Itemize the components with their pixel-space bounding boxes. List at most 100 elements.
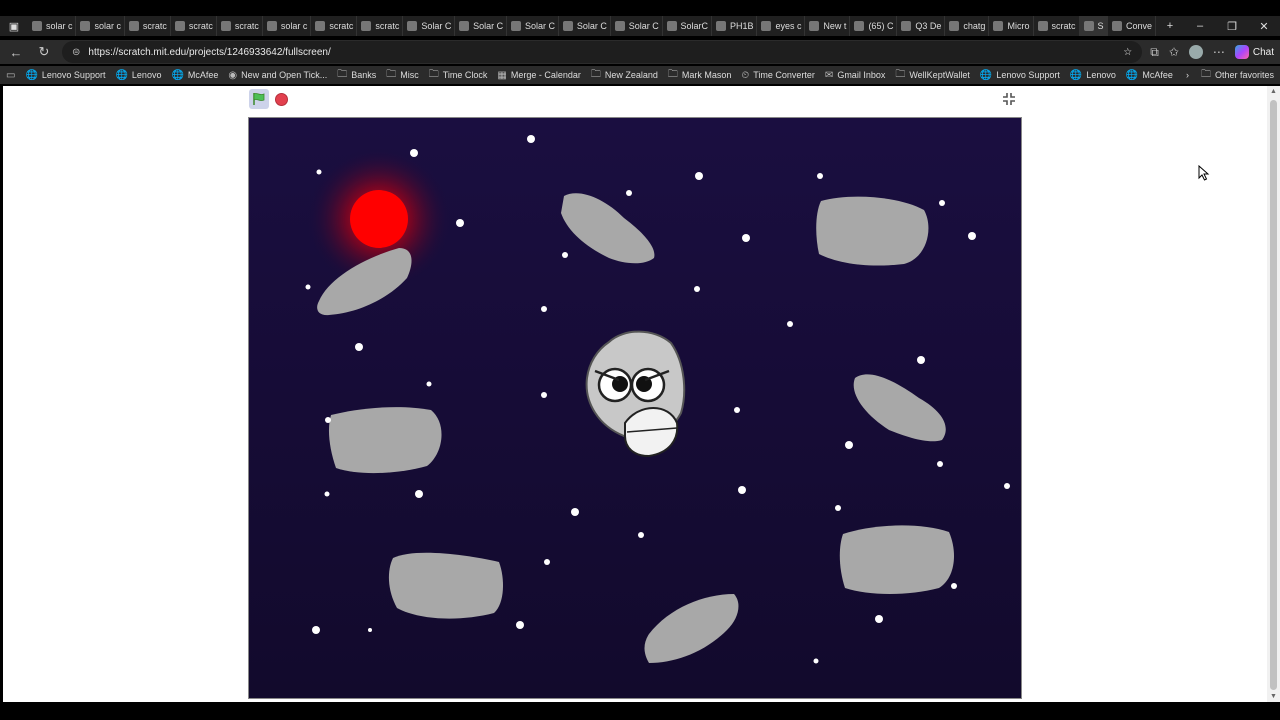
browser-tab[interactable]: scratc — [171, 16, 217, 36]
tab-favicon-icon — [128, 21, 139, 31]
refresh-icon[interactable]: ↻ — [34, 44, 54, 60]
tab-label: Solar C — [525, 21, 556, 31]
profile-avatar[interactable] — [1188, 45, 1203, 59]
chat-label: Chat — [1252, 46, 1274, 58]
folder-icon: 🗀 — [428, 68, 439, 80]
bookmark-item[interactable]: 🗀 Banks — [337, 67, 376, 84]
bookmark-item[interactable]: 🗀 Time Clock — [429, 67, 488, 84]
bookmark-label: McAfee — [1142, 70, 1173, 80]
mouse-cursor-icon — [1198, 165, 1210, 181]
copilot-icon — [1234, 45, 1249, 59]
reading-list-icon[interactable]: ▭ — [6, 70, 15, 81]
browser-tab[interactable]: solar c — [28, 16, 77, 36]
favorite-star-icon[interactable]: ☆ — [1123, 47, 1132, 58]
bookmark-item[interactable]: 🌐 Lenovo — [115, 67, 161, 84]
tab-label: chatg — [963, 21, 986, 31]
exit-fullscreen-button[interactable] — [1000, 90, 1018, 108]
bookmark-label: Merge - Calendar — [510, 70, 581, 80]
favorites-icon[interactable]: ✩ — [1169, 45, 1179, 59]
browser-tab[interactable]: Solar C — [559, 16, 611, 36]
browser-tab[interactable]: Micro — [989, 16, 1034, 36]
window-menu-icon[interactable]: ▣ — [0, 16, 28, 36]
bookmark-item[interactable]: ✉ Gmail Inbox — [825, 67, 885, 84]
tab-label: scratc — [142, 21, 167, 31]
sun — [350, 190, 408, 248]
bookmark-item[interactable]: 🌐 Lenovo Support — [980, 67, 1060, 84]
scratch-stage[interactable] — [248, 117, 1022, 699]
url-field[interactable]: ⊜ https://scratch.mit.edu/projects/12469… — [62, 41, 1143, 63]
scroll-up-icon[interactable]: ▲ — [1270, 88, 1277, 95]
scroll-down-icon[interactable]: ▼ — [1270, 693, 1277, 700]
chat-button[interactable]: Chat — [1234, 45, 1274, 59]
star — [695, 172, 703, 180]
browser-tab[interactable]: scratc — [217, 16, 263, 36]
browser-tab[interactable]: scratc — [1034, 16, 1080, 36]
new-tab-button[interactable]: + — [1156, 16, 1184, 36]
tab-favicon-icon — [1083, 21, 1094, 31]
star — [626, 190, 632, 196]
bookmark-item[interactable]: ▦ Merge - Calendar — [497, 67, 580, 84]
scrollbar[interactable]: ▲ ▼ — [1267, 86, 1280, 702]
star — [355, 343, 363, 351]
browser-tab[interactable]: Conve — [1108, 16, 1156, 36]
bookmark-item[interactable]: 🗀 WellKeptWallet — [895, 67, 970, 84]
bookmark-item[interactable]: 🗀 New Zealand — [591, 67, 658, 84]
tab-label: Micro — [1007, 21, 1030, 31]
window-controls: – ❐ ✕ — [1184, 20, 1280, 33]
tab-favicon-icon — [407, 21, 418, 31]
browser-tab[interactable]: PH1B — [712, 16, 758, 36]
more-menu-icon[interactable]: ⋯ — [1213, 45, 1225, 59]
browser-tab[interactable]: S — [1079, 16, 1108, 36]
green-flag-button[interactable] — [249, 89, 269, 109]
mail-icon: ✉ — [824, 69, 834, 81]
star — [742, 234, 750, 242]
browser-tab[interactable]: scratc — [125, 16, 171, 36]
star — [1004, 483, 1010, 489]
tab-label: scratc — [1051, 21, 1076, 31]
stage-canvas — [249, 118, 1021, 698]
bookmark-item[interactable]: ⏲ Time Converter — [741, 67, 815, 84]
site-info-icon[interactable]: ⊜ — [72, 47, 80, 58]
tab-label: S — [1097, 21, 1104, 31]
browser-tab[interactable]: Solar C — [611, 16, 663, 36]
browser-tab[interactable]: New t — [805, 16, 851, 36]
browser-tab[interactable]: solar c — [76, 16, 125, 36]
bookmark-item[interactable]: 🌐 McAfee — [1126, 67, 1173, 84]
star — [571, 508, 579, 516]
minimize-icon[interactable]: – — [1184, 20, 1216, 33]
stop-button[interactable] — [275, 93, 288, 106]
browser-tab[interactable]: Solar C — [455, 16, 507, 36]
star — [875, 615, 883, 623]
extensions-icon[interactable]: ⧉ — [1150, 45, 1159, 60]
back-icon[interactable]: ← — [6, 45, 26, 60]
bookmark-label: Time Clock — [442, 70, 488, 80]
more-bookmarks-icon[interactable]: › — [1186, 70, 1189, 80]
browser-tab[interactable]: scratc — [311, 16, 358, 36]
tab-label: Solar C — [576, 21, 607, 31]
bookmark-item[interactable]: 🌐 Lenovo Support — [25, 67, 105, 84]
other-favorites[interactable]: 🗀 Other favorites — [1201, 67, 1274, 84]
star — [410, 149, 418, 157]
bookmark-item[interactable]: 🗀 Misc — [386, 67, 419, 84]
browser-tab[interactable]: scratc — [357, 16, 404, 36]
tab-label: Solar C — [473, 21, 504, 31]
bookmark-item[interactable]: 🌐 Lenovo — [1070, 67, 1116, 84]
tab-favicon-icon — [1037, 21, 1048, 31]
browser-tab[interactable]: solar c — [263, 16, 312, 36]
browser-tab[interactable]: Solar C — [507, 16, 559, 36]
browser-tab[interactable]: SolarC — [663, 16, 712, 36]
bookmark-item[interactable]: 🗀 Mark Mason — [668, 67, 732, 84]
browser-tab[interactable]: Solar C — [403, 16, 456, 36]
tab-label: eyes c — [775, 21, 802, 31]
clock-icon: ⏲ — [741, 69, 750, 81]
close-window-icon[interactable]: ✕ — [1248, 20, 1280, 33]
browser-tab[interactable]: eyes c — [757, 16, 806, 36]
browser-tab[interactable]: (65) C — [850, 16, 898, 36]
bookmark-item[interactable]: 🌐 McAfee — [171, 67, 218, 84]
scroll-thumb[interactable] — [1270, 100, 1277, 690]
browser-tab[interactable]: Q3 De — [897, 16, 946, 36]
browser-tab[interactable]: chatg — [945, 16, 990, 36]
bookmark-item[interactable]: ◉ New and Open Tick... — [228, 67, 327, 84]
tab-label: Solar C — [421, 21, 452, 31]
restore-icon[interactable]: ❐ — [1216, 20, 1248, 33]
